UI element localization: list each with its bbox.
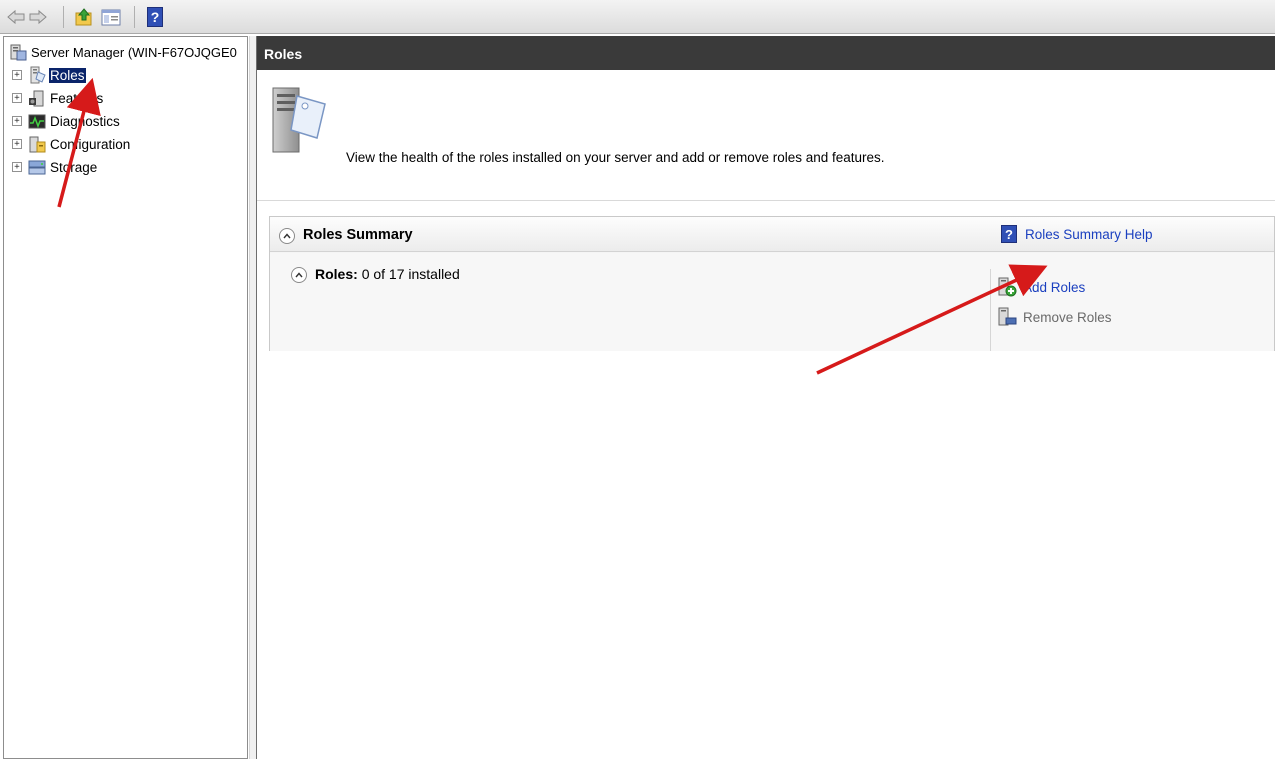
expand-icon[interactable]: + [12, 116, 22, 126]
roles-summary-header: Roles Summary ? Roles Summary Help [270, 217, 1274, 252]
add-roles-label: Add Roles [1023, 279, 1086, 295]
storage-icon [28, 160, 46, 175]
roles-count: Roles: 0 of 17 installed [315, 266, 460, 282]
roles-tasks: Add Roles Remove Roles [990, 269, 1275, 351]
roles-summary-help-link[interactable]: ? Roles Summary Help [1001, 225, 1153, 243]
remove-roles-label: Remove Roles [1023, 309, 1112, 325]
expand-icon[interactable]: + [12, 162, 22, 172]
details-pane: Roles View the health of the roles insta… [257, 36, 1275, 759]
tree-item-label: Diagnostics [50, 113, 120, 129]
add-roles-icon [998, 277, 1017, 297]
show-hide-tree-icon[interactable] [100, 6, 122, 28]
back-icon[interactable] [6, 6, 26, 28]
diagnostics-icon [28, 114, 46, 129]
toolbar: ? [0, 0, 1275, 34]
pane-splitter[interactable] [249, 36, 257, 759]
tree-root-server-manager[interactable]: Server Manager (WIN-F67OJQGE0 [9, 43, 237, 61]
features-icon [29, 90, 44, 107]
tree-root-label: Server Manager (WIN-F67OJQGE0 [31, 44, 237, 60]
help-glyph: ? [147, 7, 163, 27]
help-icon[interactable]: ? [145, 6, 165, 28]
intro-banner: View the health of the roles installed o… [257, 71, 1275, 201]
tree-item-features[interactable]: + Features [12, 88, 104, 108]
collapse-icon[interactable] [279, 228, 295, 244]
roles-icon [30, 66, 46, 84]
tree-item-label: Configuration [50, 136, 131, 152]
server-manager-icon [10, 44, 27, 61]
expand-icon[interactable]: + [12, 70, 22, 80]
remove-roles-link[interactable]: Remove Roles [997, 307, 1112, 327]
toolbar-separator [63, 6, 64, 28]
tree-item-label: Features [50, 90, 104, 106]
roles-summary-title: Roles Summary [303, 227, 413, 243]
toolbar-separator [134, 6, 135, 28]
forward-icon[interactable] [28, 6, 48, 28]
console-tree: Server Manager (WIN-F67OJQGE0 + Roles + … [3, 36, 248, 759]
roles-installed-status: 0 of 17 installed [361, 266, 460, 282]
help-link-label: Roles Summary Help [1025, 226, 1153, 242]
tree-item-label: Roles [49, 67, 86, 83]
collapse-icon[interactable] [291, 267, 307, 283]
up-level-icon[interactable] [73, 6, 95, 28]
configuration-icon [29, 136, 46, 153]
roles-server-icon [272, 87, 326, 153]
roles-label: Roles: [315, 266, 358, 282]
roles-summary-section: Roles Summary ? Roles Summary Help Roles… [269, 216, 1275, 351]
tree-item-diagnostics[interactable]: + Diagnostics [12, 111, 121, 131]
expand-icon[interactable]: + [12, 139, 22, 149]
tree-item-roles[interactable]: + Roles [12, 65, 86, 85]
help-icon: ? [1001, 225, 1017, 243]
expand-icon[interactable]: + [12, 93, 22, 103]
roles-status-row: Roles: 0 of 17 installed Add Roles Remov… [270, 253, 1274, 351]
add-roles-link[interactable]: Add Roles [997, 277, 1085, 297]
tree-item-storage[interactable]: + Storage [12, 157, 98, 177]
tree-item-configuration[interactable]: + Configuration [12, 134, 131, 154]
pane-title: Roles [257, 36, 1275, 70]
tree-item-label: Storage [50, 159, 98, 175]
remove-roles-icon [998, 307, 1017, 326]
intro-description: View the health of the roles installed o… [346, 150, 885, 165]
